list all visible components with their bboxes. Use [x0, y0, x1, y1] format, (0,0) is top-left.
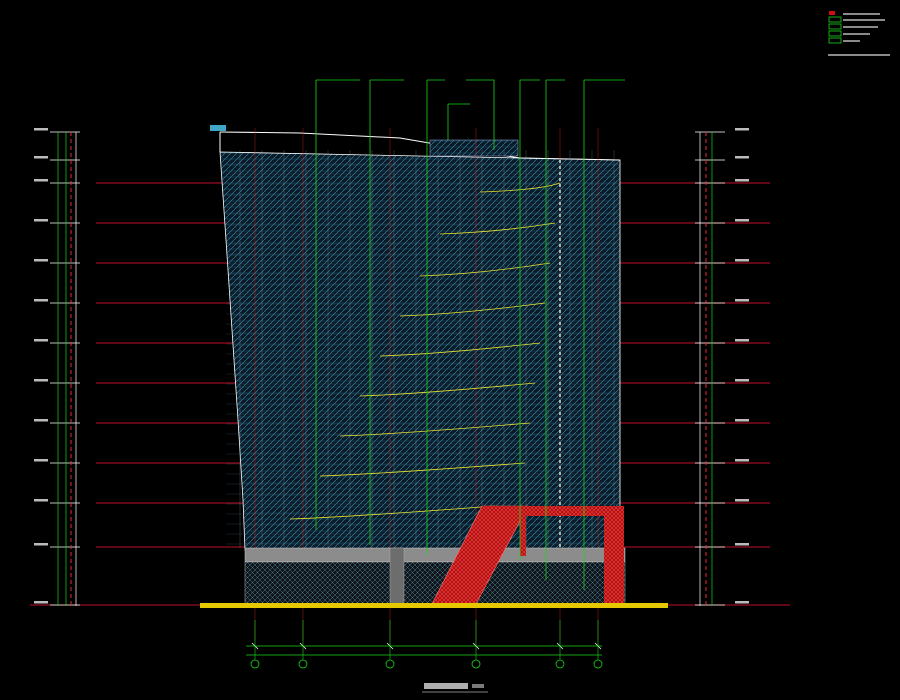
tower — [210, 125, 621, 551]
level-mark-left — [34, 499, 48, 502]
axis-bubble — [593, 659, 603, 669]
level-mark-left — [34, 128, 48, 131]
level-mark-left — [34, 339, 48, 342]
level-scale-right — [699, 132, 713, 606]
roof-parapet — [429, 139, 519, 157]
elevation-drawing — [30, 11, 890, 693]
level-mark-left — [34, 259, 48, 262]
level-mark-right — [735, 379, 749, 382]
level-mark-right — [735, 259, 749, 262]
level-mark-left — [34, 179, 48, 182]
level-mark-left — [34, 419, 48, 422]
level-mark-right — [735, 339, 749, 342]
axis-bubble — [298, 659, 308, 669]
level-scale-left — [57, 132, 77, 606]
legend — [828, 11, 890, 56]
level-mark-right — [735, 499, 749, 502]
level-mark-left — [34, 156, 48, 159]
level-mark-left — [34, 299, 48, 302]
axis-bubble — [250, 659, 260, 669]
legend-swatch-3 — [828, 30, 842, 37]
legend-swatch-red — [829, 11, 835, 15]
ground-line — [200, 603, 668, 608]
legend-swatch-2 — [828, 23, 842, 30]
level-mark-right — [735, 179, 749, 182]
axis-bubble — [555, 659, 565, 669]
level-mark-left — [34, 543, 48, 546]
legend-swatch-1 — [828, 16, 842, 23]
podium-core — [389, 547, 405, 605]
drawing-title-block — [422, 683, 488, 693]
axis-bubble — [385, 659, 395, 669]
level-mark-left — [34, 459, 48, 462]
level-mark-right — [735, 299, 749, 302]
level-mark-left — [34, 601, 48, 604]
roof-tag — [210, 125, 226, 131]
level-mark-right — [735, 419, 749, 422]
axis-grid — [250, 620, 603, 669]
legend-swatch-4 — [828, 37, 842, 44]
axis-bubble — [471, 659, 481, 669]
level-mark-left — [34, 379, 48, 382]
podium-band — [244, 547, 626, 563]
level-mark-right — [735, 459, 749, 462]
level-mark-right — [735, 128, 749, 131]
ramp-frame-top — [482, 506, 622, 516]
level-mark-right — [735, 156, 749, 159]
ramp-frame-mid — [520, 506, 526, 556]
level-mark-left — [34, 219, 48, 222]
level-mark-right — [735, 543, 749, 546]
level-mark-right — [735, 601, 749, 604]
ramp-frame-right — [604, 506, 624, 604]
dimension-lines — [246, 645, 602, 656]
level-mark-right — [735, 219, 749, 222]
